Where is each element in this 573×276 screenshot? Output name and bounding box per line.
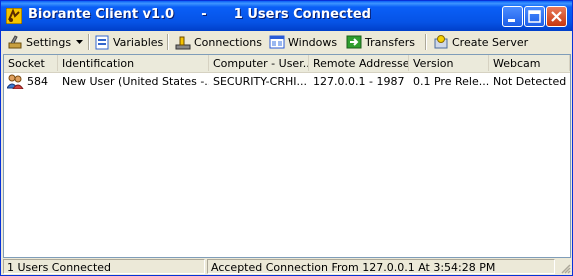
toolbar-separator [425,34,427,50]
maximize-icon [528,10,541,23]
minimize-button[interactable] [502,6,523,27]
connections-list[interactable]: Socket Identification Computer - User...… [3,54,571,258]
socket-cell: 584 [27,75,48,88]
column-header-socket[interactable]: Socket [4,55,58,71]
minimize-icon [508,19,515,22]
transfers-button[interactable]: Transfers [346,33,415,51]
transfers-label: Transfers [365,35,415,49]
windows-icon [269,35,285,49]
close-button[interactable] [546,6,567,27]
computer-user-cell: SECURITY-CRHI... [213,75,307,88]
transfers-icon [346,35,362,49]
toolbar-separator [167,34,169,50]
status-bar: 1 Users Connected Accepted Connection Fr… [1,258,572,275]
users-icon [7,74,24,89]
variables-icon [95,35,109,50]
connections-icon [175,36,191,50]
windows-button[interactable]: Windows [269,33,337,51]
version-cell: 0.1 Pre Rele... [413,75,489,88]
settings-label: Settings [26,35,72,49]
connections-button[interactable]: Connections [175,33,262,51]
chevron-down-icon [76,40,83,44]
create-server-label: Create Server [452,35,529,49]
maximize-button[interactable] [524,6,545,27]
app-icon [6,8,22,24]
windows-label: Windows [288,35,338,49]
settings-dropdown-arrow[interactable] [76,33,86,51]
resize-grip-icon[interactable] [559,262,571,274]
column-header-version[interactable]: Version [409,55,489,71]
identification-cell: New User (United States -... [62,75,209,88]
variables-button[interactable]: Variables [94,33,163,51]
column-header-webcam[interactable]: Webcam [489,55,570,71]
toolbar-separator [88,34,90,50]
settings-button[interactable]: Settings [7,33,71,51]
column-header-computer-user[interactable]: Computer - User... [209,55,309,71]
status-connected-count: 1 Users Connected [3,259,205,274]
webcam-cell: Not Detected [493,75,567,88]
status-last-event: Accepted Connection From 127.0.0.1 At 3:… [207,259,555,274]
create-server-button[interactable]: Create Server [433,33,528,51]
client-window: Biorante Client v1.0 - 1 Users Connected… [0,0,573,276]
list-header: Socket Identification Computer - User...… [4,55,570,73]
title-bar[interactable]: Biorante Client v1.0 - 1 Users Connected [1,1,572,31]
create-server-icon [434,35,448,49]
toolbar: Settings Variables Connections Windows T… [1,31,572,53]
close-icon [551,11,562,22]
connections-label: Connections [194,35,262,49]
column-header-identification[interactable]: Identification [58,55,209,71]
window-title: Biorante Client v1.0 - 1 Users Connected [28,7,371,22]
column-header-remote-address[interactable]: Remote Addresse... [309,55,409,71]
variables-label: Variables [113,35,164,49]
settings-icon [8,35,22,49]
table-row[interactable]: 584 New User (United States -... SECURIT… [4,74,570,90]
remote-address-cell: 127.0.0.1 - 1987 [313,75,405,88]
